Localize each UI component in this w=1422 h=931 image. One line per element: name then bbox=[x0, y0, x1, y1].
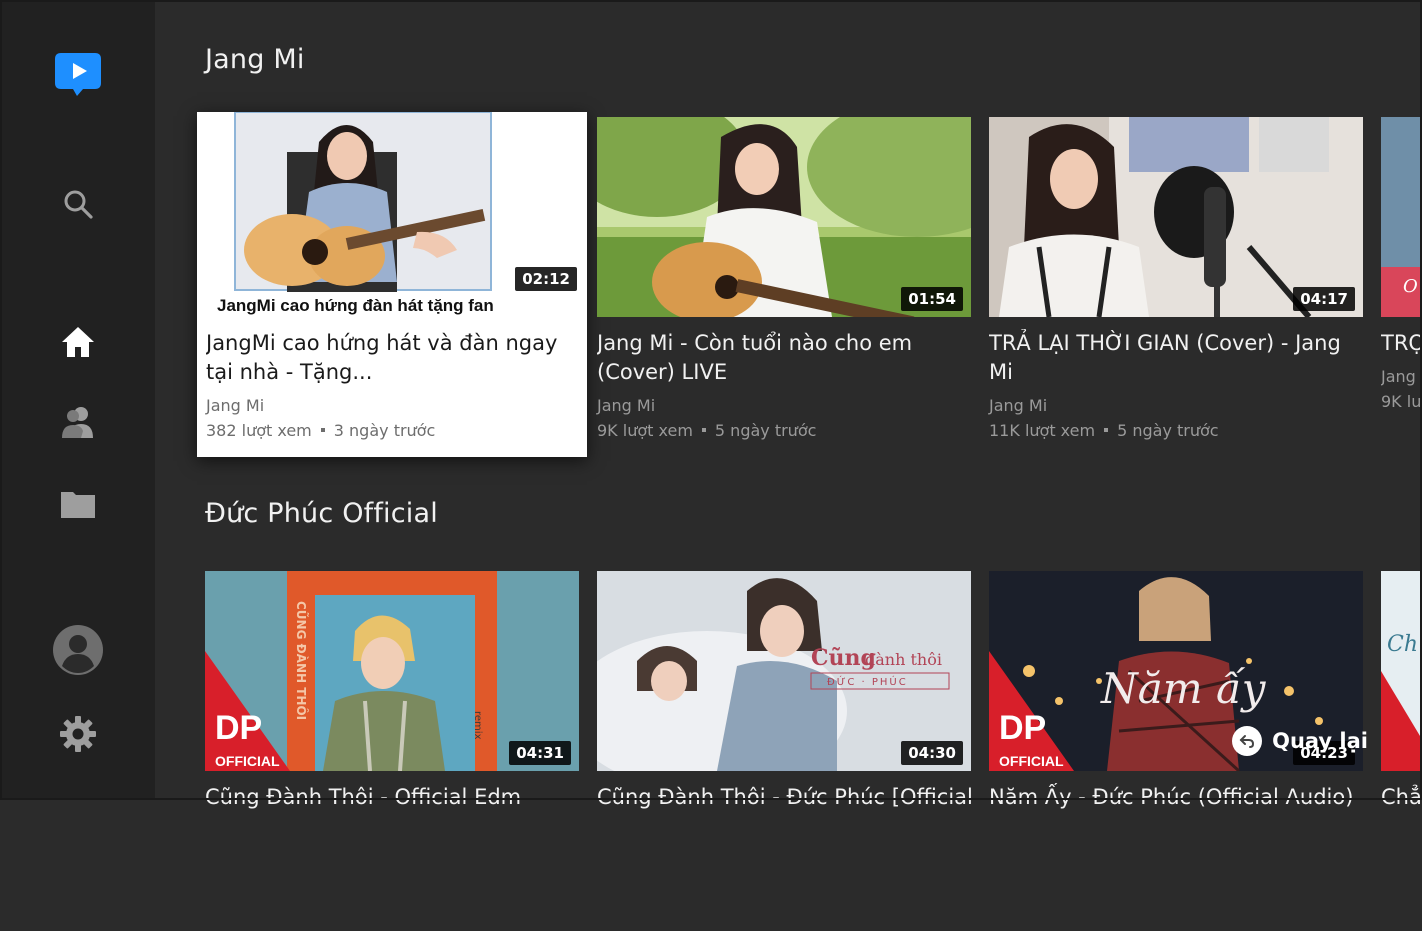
video-thumbnail: JangMi cao hứng đàn hát tặng fan 02:12 bbox=[197, 112, 587, 317]
video-thumbnail: O bbox=[1381, 117, 1422, 317]
search-icon[interactable] bbox=[50, 176, 106, 232]
svg-text:OFFICIAL: OFFICIAL bbox=[999, 753, 1064, 769]
video-duration: 04:30 bbox=[901, 741, 963, 765]
sidebar bbox=[0, 0, 155, 800]
video-title: JangMi cao hứng hát và đàn ngay tại nhà … bbox=[206, 331, 558, 384]
view-count: 11K lượt xem bbox=[989, 421, 1096, 440]
main-content: Jang Mi JangMi cao hứng đàn hát tặng fan… bbox=[155, 0, 1422, 809]
svg-text:Ch: Ch bbox=[1387, 632, 1418, 657]
video-title: Jang Mi - Còn tuổi nào cho em (Cover) LI… bbox=[597, 331, 913, 384]
video-card[interactable]: 01:54 Jang Mi - Còn tuổi nào cho em (Cov… bbox=[597, 117, 971, 443]
video-title: TRỌ bbox=[1381, 331, 1422, 355]
svg-text:DP: DP bbox=[215, 709, 262, 747]
upload-age: 3 ngày trước bbox=[333, 421, 436, 440]
video-thumbnail: Cũng đành thôi ĐỨC · PHÚC 04:30 bbox=[597, 571, 971, 771]
video-stats: 9K lượt xem 5 ngày trước bbox=[597, 418, 971, 443]
view-count: 9K lư bbox=[1381, 392, 1422, 411]
video-channel: Jang bbox=[1381, 367, 1416, 386]
video-duration: 04:31 bbox=[509, 741, 571, 765]
view-count: 382 lượt xem bbox=[206, 421, 312, 440]
video-stats: 11K lượt xem 5 ngày trước bbox=[989, 418, 1363, 443]
video-channel: Jang Mi bbox=[206, 396, 265, 415]
svg-text:DP: DP bbox=[999, 709, 1046, 747]
svg-text:Năm ấy: Năm ấy bbox=[1100, 664, 1267, 713]
separator-dot bbox=[701, 427, 706, 432]
video-title: Cũng Đành Thôi - Đức Phúc [Official bbox=[597, 785, 971, 809]
svg-text:ĐỨC · PHÚC: ĐỨC · PHÚC bbox=[827, 675, 908, 688]
svg-text:O: O bbox=[1403, 276, 1418, 297]
video-thumbnail: Ch bbox=[1381, 571, 1422, 771]
gear-icon[interactable] bbox=[50, 706, 106, 762]
separator-dot bbox=[320, 427, 325, 432]
section-title: Jang Mi bbox=[205, 44, 305, 75]
upload-age: 5 ngày trước bbox=[714, 421, 817, 440]
video-stats: 382 lượt xem 3 ngày trước bbox=[206, 418, 578, 443]
video-card[interactable]: Cũng đành thôi ĐỨC · PHÚC 04:30 Cũng Đàn… bbox=[597, 571, 971, 812]
svg-text:OFFICIAL: OFFICIAL bbox=[215, 753, 280, 769]
video-duration: 01:54 bbox=[901, 287, 963, 311]
video-card[interactable]: O TRỌ Jang 9K lư bbox=[1381, 117, 1422, 414]
video-card[interactable]: 04:17 TRẢ LẠI THỜI GIAN (Cover) - Jang M… bbox=[989, 117, 1363, 443]
svg-text:CŨNG ĐÀNH THÔI: CŨNG ĐÀNH THÔI bbox=[294, 601, 309, 720]
avatar-icon[interactable] bbox=[50, 622, 106, 678]
section-title: Đức Phúc Official bbox=[205, 498, 438, 529]
video-duration: 02:12 bbox=[515, 267, 577, 291]
upload-age: 5 ngày trước bbox=[1117, 421, 1219, 440]
svg-text:JangMi cao hứng đàn hát tặng f: JangMi cao hứng đàn hát tặng fan bbox=[217, 296, 494, 315]
video-card[interactable]: CŨNG ĐÀNH THÔI remix DP OFFICIAL 04:31 C… bbox=[205, 571, 579, 812]
video-row: JangMi cao hứng đàn hát tặng fan 02:12 J… bbox=[197, 112, 1422, 472]
separator-dot bbox=[1104, 427, 1109, 432]
back-hint[interactable]: Quay lại bbox=[1232, 726, 1368, 756]
video-thumbnail: CŨNG ĐÀNH THÔI remix DP OFFICIAL 04:31 bbox=[205, 571, 579, 771]
video-title: Năm Ấy - Đức Phúc (Official Audio) bbox=[989, 785, 1354, 809]
video-card[interactable]: JangMi cao hứng đàn hát tặng fan 02:12 J… bbox=[197, 112, 587, 457]
video-title: TRẢ LẠI THỜI GIAN (Cover) - Jang Mi bbox=[989, 331, 1341, 384]
video-card[interactable]: Năm ấy DP OFFICIAL 04:23 Năm Ấy - Đức Ph… bbox=[989, 571, 1363, 812]
video-duration: 04:17 bbox=[1293, 287, 1355, 311]
video-title: Chẳ bbox=[1381, 785, 1422, 809]
folder-icon[interactable] bbox=[50, 476, 106, 532]
svg-text:remix: remix bbox=[472, 711, 483, 740]
video-title: Cũng Đành Thôi - Official Edm bbox=[205, 785, 522, 809]
back-hint-label: Quay lại bbox=[1272, 729, 1368, 753]
video-thumbnail: 04:17 bbox=[989, 117, 1363, 317]
back-arrow-icon bbox=[1232, 726, 1263, 756]
youtube-logo-icon[interactable] bbox=[50, 46, 106, 102]
video-card[interactable]: Ch Chẳ bbox=[1381, 571, 1422, 812]
video-thumbnail: 01:54 bbox=[597, 117, 971, 317]
home-icon[interactable] bbox=[50, 314, 106, 370]
video-channel: Jang Mi bbox=[597, 396, 656, 415]
view-count: 9K lượt xem bbox=[597, 421, 693, 440]
subscriptions-icon[interactable] bbox=[50, 394, 106, 450]
video-channel: Jang Mi bbox=[989, 396, 1048, 415]
svg-text:đành thôi: đành thôi bbox=[865, 650, 942, 669]
